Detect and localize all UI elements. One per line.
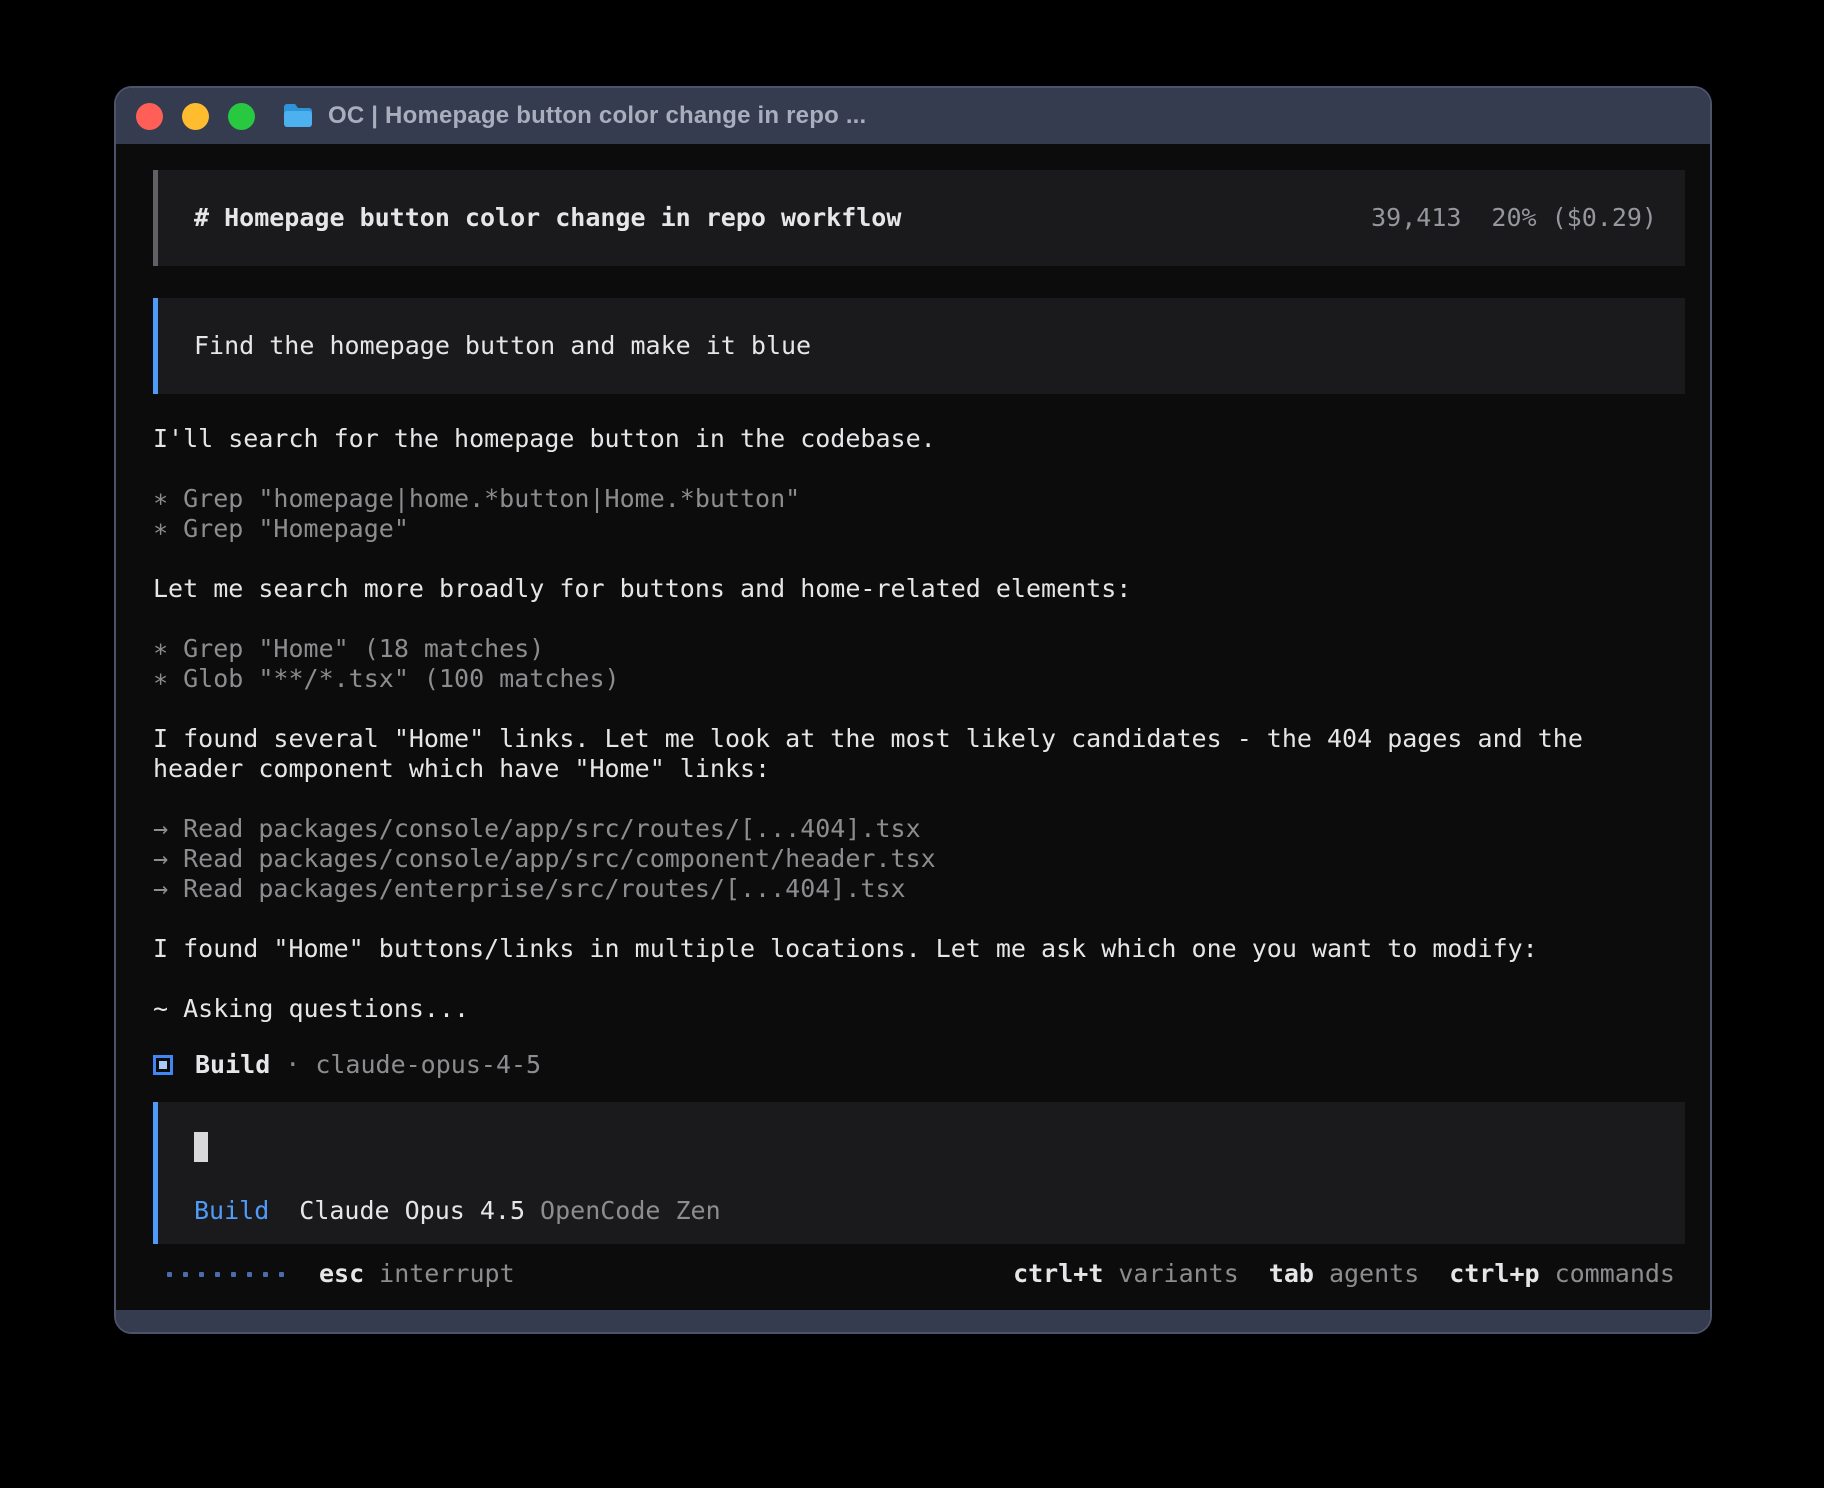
assistant-line: I found several "Home" links. Let me loo… <box>153 724 1685 754</box>
shortcut-agents[interactable]: tab agents <box>1269 1259 1419 1289</box>
status-model: claude-opus-4-5 <box>315 1050 541 1080</box>
statusbar-left: esc interrupt <box>167 1259 515 1289</box>
shortcut-variants[interactable]: ctrl+t variants <box>1013 1259 1239 1289</box>
tool-line: → Read packages/console/app/src/componen… <box>153 844 1685 874</box>
user-message: Find the homepage button and make it blu… <box>153 298 1685 394</box>
tool-line: ∗ Grep "Homepage" <box>153 514 1685 544</box>
input-provider: OpenCode Zen <box>540 1196 721 1226</box>
context-cost: 20% ($0.29) <box>1491 203 1657 233</box>
prompt-input[interactable]: Build Claude Opus 4.5 OpenCode Zen <box>153 1102 1685 1244</box>
zoom-button[interactable] <box>228 103 255 130</box>
agent-task-icon-core <box>159 1061 167 1069</box>
window-title: OC | Homepage button color change in rep… <box>328 102 866 130</box>
assistant-line: Let me search more broadly for buttons a… <box>153 574 1685 604</box>
spinner-dots <box>167 1272 284 1277</box>
spinner-dot <box>167 1272 172 1277</box>
assistant-line: I'll search for the homepage button in t… <box>153 424 1685 454</box>
esc-key[interactable]: esc <box>319 1259 364 1289</box>
tool-line: → Read packages/enterprise/src/routes/[.… <box>153 874 1685 904</box>
agent-name: Build <box>195 1050 270 1080</box>
terminal-window: OC | Homepage button color change in rep… <box>114 86 1712 1334</box>
tool-line: ∗ Glob "**/*.tsx" (100 matches) <box>153 664 1685 694</box>
spinner-dot <box>263 1272 268 1277</box>
shortcut-label: commands <box>1555 1259 1675 1289</box>
assistant-text-block: I found "Home" buttons/links in multiple… <box>153 934 1685 964</box>
spinner-dot <box>183 1272 188 1277</box>
input-model[interactable]: Claude Opus 4.5 <box>299 1196 525 1226</box>
agent-task-icon <box>153 1055 173 1075</box>
assistant-line: I found "Home" buttons/links in multiple… <box>153 934 1685 964</box>
shortcut-label: variants <box>1118 1259 1238 1289</box>
assistant-output: I'll search for the homepage button in t… <box>153 424 1685 1024</box>
tool-call-block: ∗ Grep "homepage|home.*button|Home.*butt… <box>153 484 1685 544</box>
tool-call-block: → Read packages/console/app/src/routes/[… <box>153 814 1685 904</box>
text-cursor <box>194 1132 208 1162</box>
assistant-line: header component which have "Home" links… <box>153 754 1685 784</box>
esc-label: interrupt <box>379 1259 514 1289</box>
spinner-dot <box>279 1272 284 1277</box>
spinner-dot <box>215 1272 220 1277</box>
tool-line: ∗ Grep "Home" (18 matches) <box>153 634 1685 664</box>
token-count: 39,413 <box>1371 203 1461 233</box>
model-row: Build Claude Opus 4.5 OpenCode Zen <box>194 1196 1657 1226</box>
assistant-text-block: Let me search more broadly for buttons a… <box>153 574 1685 604</box>
minimize-button[interactable] <box>182 103 209 130</box>
tool-call-block: ∗ Grep "Home" (18 matches)∗ Glob "**/*.t… <box>153 634 1685 694</box>
folder-icon <box>282 103 314 129</box>
spinner-dot <box>247 1272 252 1277</box>
assistant-text-block: I'll search for the homepage button in t… <box>153 424 1685 454</box>
terminal-content: # Homepage button color change in repo w… <box>116 144 1710 1310</box>
session-title: # Homepage button color change in repo w… <box>194 203 901 233</box>
spinner-dot <box>231 1272 236 1277</box>
shortcut-key: tab <box>1269 1259 1314 1289</box>
spinner-dot <box>199 1272 204 1277</box>
tool-line: ∗ Grep "homepage|home.*button|Home.*butt… <box>153 484 1685 514</box>
statusbar: esc interrupt ctrl+tvariantstabagentsctr… <box>153 1259 1685 1289</box>
shortcut-commands[interactable]: ctrl+p commands <box>1449 1259 1675 1289</box>
close-button[interactable] <box>136 103 163 130</box>
desktop-background: OC | Homepage button color change in rep… <box>0 0 1824 1488</box>
assistant-text-block: ~ Asking questions... <box>153 994 1685 1024</box>
titlebar[interactable]: OC | Homepage button color change in rep… <box>116 88 1710 144</box>
agent-status-row: Build · claude-opus-4-5 <box>153 1050 1685 1080</box>
shortcut-key: ctrl+t <box>1013 1259 1103 1289</box>
status-separator: · <box>285 1050 300 1080</box>
window-bottom-edge <box>116 1310 1710 1332</box>
session-stats: 39,413 20% ($0.29) <box>1371 203 1657 233</box>
assistant-line: ~ Asking questions... <box>153 994 1685 1024</box>
statusbar-shortcuts: ctrl+t variants tab agents ctrl+p commands <box>1013 1259 1675 1289</box>
assistant-text-block: I found several "Home" links. Let me loo… <box>153 724 1685 784</box>
user-message-text: Find the homepage button and make it blu… <box>194 331 811 361</box>
tool-line: → Read packages/console/app/src/routes/[… <box>153 814 1685 844</box>
session-header: # Homepage button color change in repo w… <box>153 170 1685 266</box>
traffic-lights <box>136 103 255 130</box>
input-mode-agent[interactable]: Build <box>194 1196 269 1226</box>
shortcut-label: agents <box>1329 1259 1419 1289</box>
shortcut-key: ctrl+p <box>1449 1259 1539 1289</box>
